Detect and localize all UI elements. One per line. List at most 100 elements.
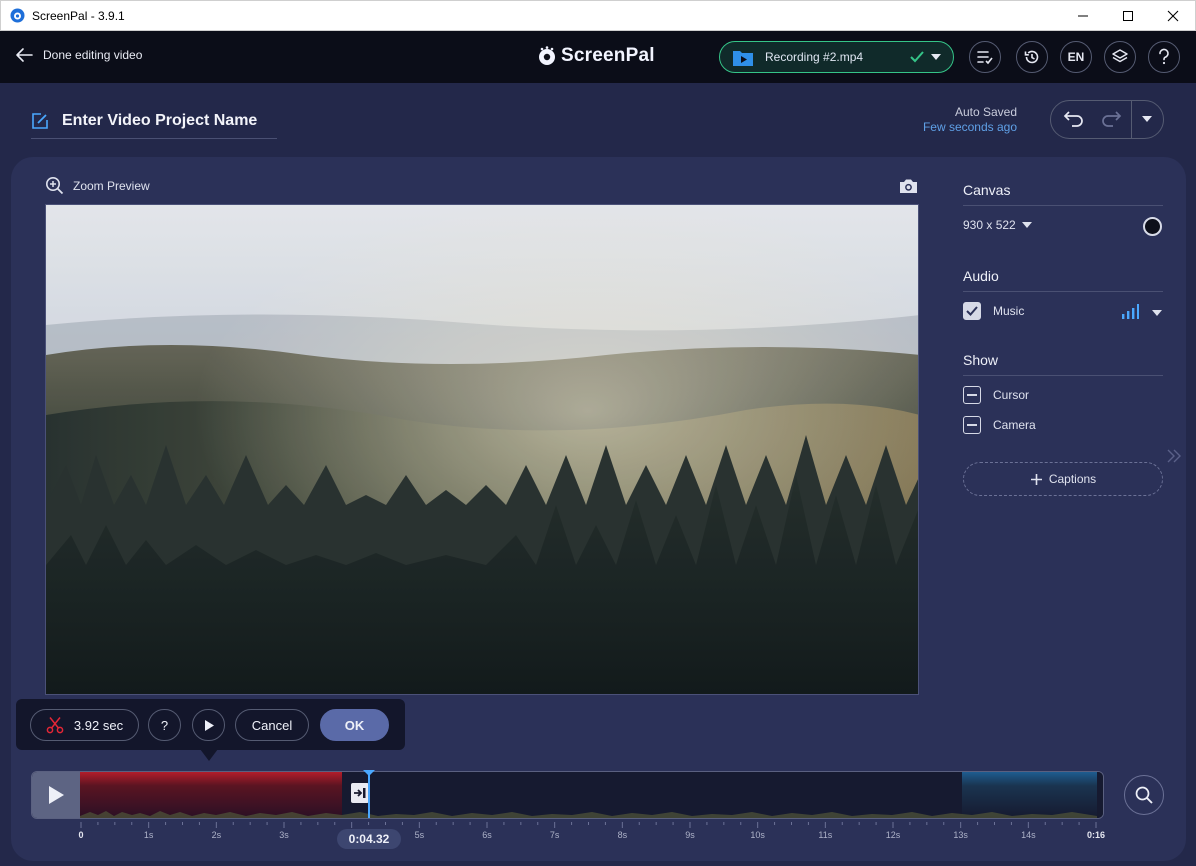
video-preview[interactable]: [45, 204, 919, 695]
canvas-section-title: Canvas: [963, 182, 1163, 206]
app-header: Done editing video ScreenPal Recording #…: [0, 31, 1196, 83]
tick-label: 0:16: [1086, 830, 1106, 840]
timeline-search-button[interactable]: [1124, 775, 1164, 815]
canvas-size-value: 930 x 522: [963, 218, 1016, 232]
cursor-checkbox[interactable]: [963, 386, 981, 404]
tick-label: 1s: [143, 830, 154, 840]
minimize-icon: [1078, 15, 1088, 17]
camera-checkbox[interactable]: [963, 416, 981, 434]
window-titlebar: ScreenPal - 3.9.1: [0, 0, 1196, 31]
tick-label: 12s: [885, 830, 901, 840]
question-icon: [1159, 48, 1169, 65]
zoom-in-icon: [46, 177, 64, 195]
scissors-icon: [46, 717, 64, 734]
add-captions-button[interactable]: Captions: [963, 462, 1163, 496]
expand-sidebar-button[interactable]: [1166, 448, 1182, 464]
maximize-icon: [1123, 11, 1133, 21]
redo-icon: [1102, 111, 1122, 127]
autosave-status: Auto Saved Few seconds ago: [923, 105, 1017, 134]
autosave-time: Few seconds ago: [922, 120, 1017, 134]
timeline-play-button[interactable]: [32, 772, 80, 818]
chevron-down-icon: [1021, 221, 1032, 228]
music-toggle[interactable]: Music: [963, 302, 1024, 320]
recording-selector[interactable]: Recording #2.mp4: [719, 41, 954, 73]
check-icon: [910, 51, 924, 63]
history-button[interactable]: [1016, 41, 1048, 73]
chevron-down-icon: [931, 54, 941, 60]
captions-label: Captions: [1048, 472, 1097, 486]
language-label: EN: [1067, 50, 1085, 64]
cursor-label: Cursor: [993, 388, 1030, 402]
cut-preview-play-button[interactable]: [192, 709, 225, 741]
cut-toolbar-pointer: [200, 749, 218, 761]
plus-icon: [1030, 473, 1042, 485]
current-time-badge: 0:04.32: [337, 829, 401, 849]
audio-section-title: Audio: [963, 268, 1163, 292]
minus-icon: [967, 394, 977, 396]
timeline-track[interactable]: [80, 772, 1103, 818]
cut-help-button[interactable]: ?: [148, 709, 181, 741]
layers-button[interactable]: [1104, 41, 1136, 73]
minimize-button[interactable]: [1060, 1, 1106, 31]
screenshot-button[interactable]: [899, 178, 918, 194]
music-options-button[interactable]: [1152, 310, 1162, 317]
done-editing-button[interactable]: Done editing video: [14, 47, 142, 63]
logo-text: ScreenPal: [561, 45, 655, 66]
cut-handle[interactable]: [351, 783, 369, 803]
camera-label: Camera: [993, 418, 1036, 432]
camera-toggle[interactable]: Camera: [963, 416, 1036, 434]
play-icon: [204, 719, 214, 731]
redo-button[interactable]: [1100, 110, 1122, 128]
music-checkbox[interactable]: [963, 302, 981, 320]
tick-label: 6s: [482, 830, 492, 840]
playhead[interactable]: [368, 772, 370, 818]
cut-cancel-button[interactable]: Cancel: [235, 709, 309, 741]
undo-options-button[interactable]: [1142, 116, 1152, 123]
music-volume-button[interactable]: [1121, 304, 1139, 320]
arrow-left-icon: [16, 48, 33, 62]
cut-ok-label: OK: [344, 717, 365, 733]
close-window-button[interactable]: [1150, 1, 1196, 31]
cut-duration-value: 3.92 sec: [73, 717, 124, 733]
cut-toolbar: 3.92 sec ? Cancel OK: [16, 699, 405, 761]
undo-divider: [1131, 101, 1132, 138]
language-button[interactable]: EN: [1060, 41, 1092, 73]
playhead-marker-icon: [363, 770, 375, 776]
zoom-preview-button[interactable]: Zoom Preview: [45, 176, 150, 195]
tick-label: 14s: [1021, 830, 1036, 840]
tick-label: 9s: [685, 830, 695, 840]
canvas-size-dropdown[interactable]: 930 x 522: [963, 218, 1032, 232]
tick-label: 5s: [414, 830, 425, 840]
project-name-field[interactable]: Enter Video Project Name: [31, 103, 277, 139]
tick-label: 13s: [953, 830, 968, 840]
history-icon: [1024, 50, 1039, 64]
check-icon: [966, 306, 978, 316]
tick-label: 10s: [750, 830, 765, 840]
screenpal-logo: ScreenPal: [537, 45, 655, 67]
cursor-toggle[interactable]: Cursor: [963, 386, 1029, 404]
search-icon: [1135, 786, 1153, 804]
autosave-label: Auto Saved: [954, 105, 1017, 119]
screenpal-app-icon: [10, 8, 25, 23]
timeline[interactable]: [31, 771, 1104, 819]
zoom-preview-label: Zoom Preview: [73, 178, 150, 193]
undo-button[interactable]: [1063, 110, 1085, 128]
playhead-handle[interactable]: [363, 770, 375, 776]
video-file-icon: [733, 51, 753, 66]
layers-icon: [1112, 49, 1128, 63]
cut-ok-button[interactable]: OK: [320, 709, 389, 741]
canvas-color-swatch[interactable]: [1143, 217, 1162, 236]
camera-icon: [900, 179, 917, 193]
tick-label: 11s: [818, 830, 833, 840]
help-button[interactable]: [1148, 41, 1180, 73]
tick-label: 7s: [549, 830, 560, 840]
music-label: Music: [993, 304, 1025, 318]
window-title: ScreenPal - 3.9.1: [32, 9, 125, 23]
maximize-button[interactable]: [1105, 1, 1151, 31]
recording-name: Recording #2.mp4: [765, 50, 864, 64]
cut-duration-button[interactable]: 3.92 sec: [30, 709, 139, 741]
tick-label: 2s: [211, 830, 222, 840]
play-icon: [49, 786, 64, 804]
close-icon: [1167, 10, 1179, 22]
checklist-button[interactable]: [969, 41, 1001, 73]
